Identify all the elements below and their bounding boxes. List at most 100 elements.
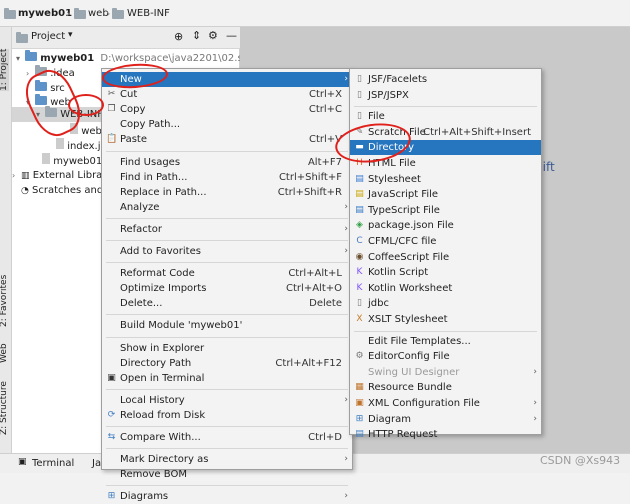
menu-item-build-module-myweb01[interactable]: Build Module 'myweb01' [102,318,352,333]
gear-icon[interactable]: ⚙ [208,29,218,42]
tab-web[interactable]: Web [0,343,9,363]
menu-item-directory-path[interactable]: Directory Path Ctrl+Alt+F12 [102,356,352,371]
menu-item-package-json-file[interactable]: ◈ package.json File [350,218,541,233]
menu-item-reformat-code[interactable]: Reformat Code Ctrl+Alt+L [102,266,352,281]
menu-item-label: Find in Path... [120,171,188,183]
menu-separator [106,262,348,264]
tree-item-label: myweb01 [40,53,95,64]
chevron-right-icon: › [533,366,537,377]
menu-separator [354,330,537,332]
menu-item-jdbc[interactable]: ▯ jdbc [350,296,541,311]
file-icon: ▯ [357,298,362,309]
folder-icon: ▬ [355,142,364,153]
menu-item-editorconfig-file[interactable]: ⚙ EditorConfig File [350,349,541,364]
tab-structure[interactable]: Z: Structure [0,381,9,435]
menu-item-file[interactable]: ▯ File [350,109,541,124]
menu-separator [106,485,348,487]
bundle-icon: ▦ [355,382,364,393]
tree-item[interactable]: index.js [56,138,106,153]
menu-item-shortcut: Ctrl+Shift+R [277,186,342,198]
project-view-selector[interactable]: Project [31,31,65,42]
menu-item-find-usages[interactable]: Find Usages Alt+F7 [102,155,352,170]
menu-item-add-to-favorites[interactable]: Add to Favorites › [102,244,352,259]
tree-item[interactable]: myweb01.i [42,153,108,168]
menu-item-find-in-path[interactable]: Find in Path... Ctrl+Shift+F [102,170,352,185]
menu-separator [106,217,348,219]
chevron-down-icon[interactable]: ▾ [68,30,73,40]
menu-item-kotlin-script[interactable]: K Kotlin Script [350,265,541,280]
tab-favorites[interactable]: 2: Favorites [0,275,9,327]
menu-item-resource-bundle[interactable]: ▦ Resource Bundle [350,380,541,395]
chevron-right-icon: › [533,398,537,408]
terminal-icon: ▣ [107,372,116,383]
menu-item-delete[interactable]: Delete... Delete [102,296,352,311]
menu-item-compare-with[interactable]: ⇆ Compare With... Ctrl+D [102,430,352,445]
project-panel-header: Project ▾ ⊕ ⇕ ⚙ — [12,27,240,49]
menu-item-swing-ui-designer[interactable]: Swing UI Designer › [350,365,541,380]
menu-item-replace-in-path[interactable]: Replace in Path... Ctrl+Shift+R [102,185,352,200]
menu-item-xml-configuration-file[interactable]: ▣ XML Configuration File › [350,396,541,411]
tree-item[interactable]: src [26,80,65,96]
menu-item-local-history[interactable]: Local History › [102,393,352,408]
menu-item-cfml-cfc-file[interactable]: C CFML/CFC file [350,234,541,249]
tab-terminal[interactable]: Terminal [32,458,74,469]
menu-item-stylesheet[interactable]: ▤ Stylesheet [350,172,541,187]
menu-item-typescript-file[interactable]: ▤ TypeScript File [350,203,541,218]
menu-item-remove-bom[interactable]: Remove BOM [102,467,352,482]
menu-item-paste[interactable]: 📋 Paste Ctrl+V [102,132,352,147]
menu-item-label: Paste [120,134,147,146]
menu-item-show-in-explorer[interactable]: Show in Explorer [102,341,352,356]
menu-item-label: EditorConfig File [368,351,450,363]
menu-item-label: New [120,74,142,85]
tab-java[interactable]: Ja [92,458,101,469]
menu-item-label: Mark Directory as [120,454,209,466]
locate-icon[interactable]: ⊕ [174,30,183,43]
menu-item-html-file[interactable]: H HTML File [350,156,541,171]
menu-item-cut[interactable]: ✂ Cut Ctrl+X [102,87,352,102]
menu-item-open-in-terminal[interactable]: ▣ Open in Terminal [102,371,352,386]
menu-item-edit-file-templates[interactable]: Edit File Templates... [350,334,541,349]
menu-item-refactor[interactable]: Refactor › [102,222,352,237]
reload-icon: ⟳ [107,409,116,420]
menu-item-label: Kotlin Worksheet [368,282,453,294]
breadcrumb-web-inf[interactable]: WEB-INF [127,8,170,19]
menu-item-diagram[interactable]: ⊞ Diagram › [350,412,541,427]
tree-item[interactable]: › ▥ External Librar [12,168,106,183]
compare-icon: ⇆ [107,432,116,442]
menu-item-analyze[interactable]: Analyze › [102,200,352,215]
menu-item-javascript-file[interactable]: ▤ JavaScript File [350,187,541,202]
menu-item-mark-directory-as[interactable]: Mark Directory as › [102,452,352,467]
collapse-icon[interactable]: ⇕ [192,29,201,42]
scratches-icon: ◔ [21,186,29,196]
tab-project[interactable]: 1: Project [0,48,9,91]
tree-item[interactable]: › .idea [26,65,75,81]
menu-item-copy[interactable]: ❐ Copy Ctrl+C [102,102,352,117]
menu-item-optimize-imports[interactable]: Optimize Imports Ctrl+Alt+O [102,281,352,296]
menu-item-reload-from-disk[interactable]: ⟳ Reload from Disk [102,408,352,423]
menu-item-jsf-facelets[interactable]: ▯ JSF/Facelets [350,72,541,87]
menu-item-http-request[interactable]: ▤ HTTP Request [350,427,541,442]
menu-item-directory[interactable]: ▬ Directory [350,140,541,156]
menu-item-label: HTTP Request [368,429,438,441]
tree-item[interactable]: web [70,123,102,138]
menu-separator [106,388,348,390]
chevron-right-icon: › [344,246,348,256]
menu-item-new[interactable]: New › [102,72,352,87]
breadcrumb-project[interactable]: myweb01 [18,8,72,19]
menu-item-kotlin-worksheet[interactable]: K Kotlin Worksheet [350,281,541,296]
new-submenu: ▯ JSF/Facelets ▯ JSP/JSPX ▯ File ✎ Scratch File… [349,68,542,440]
tree-item-label: src [50,83,65,94]
menu-item-copy-path[interactable]: Copy Path... [102,117,352,132]
menu-item-coffeescript-file[interactable]: ◉ CoffeeScript File [350,250,541,265]
tree-item[interactable]: ◔ Scratches and [21,183,103,198]
menu-item-xslt-stylesheet[interactable]: X XSLT Stylesheet [350,312,541,327]
menu-item-label: Reload from Disk [120,409,206,421]
hide-icon[interactable]: — [226,29,237,42]
menu-item-label: Directory Path [120,357,192,369]
folder-icon [74,8,86,19]
menu-item-jsp-jspx[interactable]: ▯ JSP/JSPX [350,88,541,103]
menu-item-diagrams[interactable]: ⊞ Diagrams › [102,489,352,504]
folder-icon [4,8,16,19]
menu-item-scratch-file[interactable]: ✎ Scratch File Ctrl+Alt+Shift+Insert [350,125,541,140]
html-icon: H [356,158,363,168]
